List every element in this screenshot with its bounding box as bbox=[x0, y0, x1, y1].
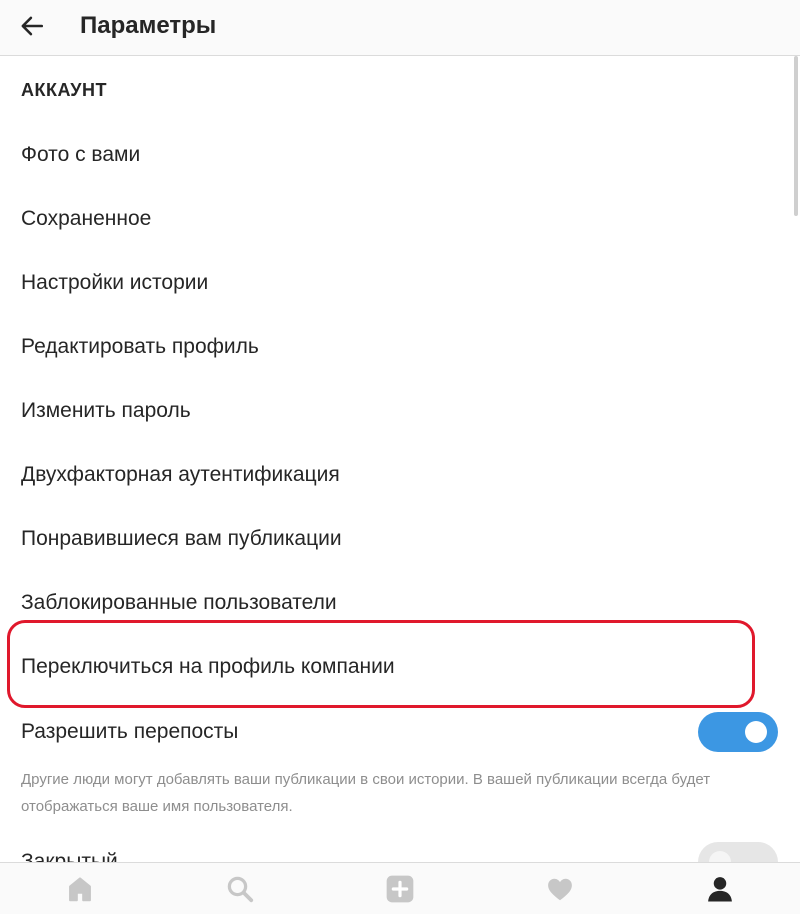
heart-icon bbox=[548, 878, 572, 900]
back-button[interactable] bbox=[14, 8, 50, 44]
nav-activity-button[interactable] bbox=[480, 863, 640, 915]
arrow-left-icon bbox=[21, 16, 44, 36]
profile-icon bbox=[708, 876, 732, 901]
menu-item-label: Переключиться на профиль компании bbox=[21, 655, 395, 678]
menu-item-label: Двухфакторная аутентификация bbox=[21, 463, 340, 486]
menu-item-label: Фото с вами bbox=[21, 143, 141, 166]
nav-add-post-button[interactable] bbox=[320, 863, 480, 915]
section-header-account: АККАУНТ bbox=[21, 80, 107, 100]
menu-item-blocked-users[interactable]: Заблокированные пользователи bbox=[0, 571, 790, 635]
allow-resharing-label: Разрешить перепосты bbox=[21, 720, 239, 743]
menu-item-photos-of-you[interactable]: Фото с вами bbox=[0, 123, 790, 187]
nav-search-button[interactable] bbox=[160, 863, 320, 915]
page-title: Параметры bbox=[80, 12, 217, 39]
menu-item-saved[interactable]: Сохраненное bbox=[0, 187, 790, 251]
toggle-knob bbox=[745, 721, 767, 743]
add-post-icon bbox=[386, 875, 414, 902]
menu-item-label: Заблокированные пользователи bbox=[21, 591, 337, 614]
nav-home-button[interactable] bbox=[0, 863, 160, 915]
menu-item-liked-posts[interactable]: Понравившиеся вам публикации bbox=[0, 507, 790, 571]
menu-item-switch-to-business[interactable]: Переключиться на профиль компании bbox=[0, 635, 790, 699]
allow-resharing-toggle[interactable] bbox=[698, 712, 778, 752]
scrollbar[interactable] bbox=[794, 56, 798, 216]
menu-item-change-password[interactable]: Изменить пароль bbox=[0, 379, 790, 443]
home-icon bbox=[69, 876, 91, 901]
allow-resharing-row: Разрешить перепосты bbox=[0, 700, 800, 764]
menu-item-two-factor-auth[interactable]: Двухфакторная аутентификация bbox=[0, 443, 790, 507]
menu-item-label: Понравившиеся вам публикации bbox=[21, 527, 342, 550]
search-icon bbox=[227, 876, 254, 902]
menu-item-label: Сохраненное bbox=[21, 207, 152, 230]
menu-item-story-settings[interactable]: Настройки истории bbox=[0, 251, 790, 315]
bottom-navigation bbox=[0, 862, 800, 914]
top-bar: Параметры bbox=[0, 0, 800, 56]
menu-item-label: Редактировать профиль bbox=[21, 335, 259, 358]
allow-resharing-description: Другие люди могут добавлять ваши публика… bbox=[21, 771, 711, 815]
nav-profile-button[interactable] bbox=[640, 863, 800, 915]
menu-item-label: Настройки истории bbox=[21, 271, 209, 294]
menu-item-edit-profile[interactable]: Редактировать профиль bbox=[0, 315, 790, 379]
menu-item-label: Изменить пароль bbox=[21, 399, 191, 422]
